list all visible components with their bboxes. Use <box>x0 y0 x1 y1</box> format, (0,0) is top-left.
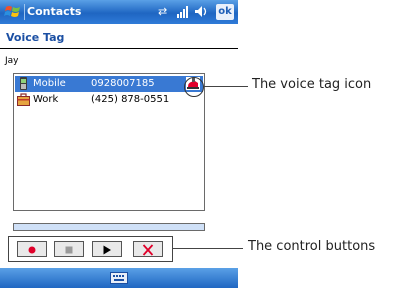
voice-tag-callout-circle <box>184 77 204 97</box>
volume-icon[interactable] <box>194 5 210 18</box>
delete-button[interactable] <box>133 241 163 257</box>
stop-icon <box>65 246 73 254</box>
phone-label: Work <box>33 94 59 105</box>
play-button[interactable] <box>92 241 122 257</box>
windows-start-icon[interactable] <box>4 3 22 21</box>
stop-button[interactable] <box>54 241 84 257</box>
ok-button[interactable]: ok <box>216 4 234 20</box>
play-icon <box>103 245 111 255</box>
work-briefcase-icon <box>17 93 30 106</box>
list-item-mobile[interactable]: Mobile 0928007185 <box>15 76 203 92</box>
recording-progress-bar <box>13 223 205 231</box>
page-title: Voice Tag <box>6 31 65 44</box>
mobile-phone-icon <box>20 77 27 90</box>
controls-callout-line <box>173 248 243 249</box>
softkey-bar <box>0 268 238 288</box>
title-bar: Contacts ⇄ ok <box>0 0 238 24</box>
phone-number: (425) 878-0551 <box>91 94 170 105</box>
controls-callout-label: The control buttons <box>248 239 376 254</box>
contact-name: Jay <box>5 56 19 66</box>
connectivity-icon[interactable]: ⇄ <box>158 5 167 19</box>
title-separator <box>24 4 25 20</box>
signal-icon[interactable] <box>176 5 190 18</box>
record-icon <box>28 246 36 254</box>
delete-icon <box>142 244 154 256</box>
header-divider <box>0 48 238 49</box>
keyboard-icon[interactable] <box>110 272 128 284</box>
phone-label: Mobile <box>33 78 66 89</box>
record-button[interactable] <box>17 241 47 257</box>
phone-list[interactable]: Mobile 0928007185 Work (425) 878-0551 <box>13 73 205 211</box>
control-buttons-group <box>8 236 173 262</box>
voice-tag-callout-label: The voice tag icon <box>252 77 372 92</box>
list-item-work[interactable]: Work (425) 878-0551 <box>15 92 203 108</box>
phone-number: 0928007185 <box>91 78 155 89</box>
app-title: Contacts <box>27 5 82 18</box>
device-screen: Contacts ⇄ ok Voice Tag Jay Mobile 09280… <box>0 0 238 288</box>
voice-tag-callout-line <box>204 86 248 87</box>
